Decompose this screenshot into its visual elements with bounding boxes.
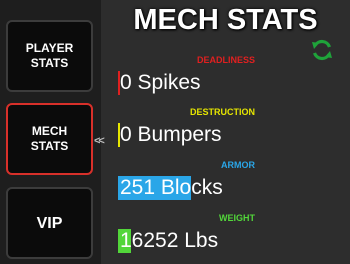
player-stats-label-line2: STATS — [30, 56, 69, 70]
armor-value: 251 Blocks — [120, 176, 223, 199]
deadliness-label: DEADLINESS — [196, 55, 255, 65]
armor-label: ARMOR — [221, 160, 255, 170]
vip-label: VIP — [36, 214, 63, 232]
selected-indicator-arrow: << — [94, 135, 105, 147]
sidebar: PLAYER STATS MECH STATS VIP — [0, 0, 101, 264]
deadliness-row: 0 Spikes — [118, 71, 318, 95]
destruction-label: DESTRUCTION — [190, 107, 255, 117]
mech-stats-label-line1: MECH — [31, 124, 68, 138]
destruction-row: 0 Bumpers — [118, 123, 318, 147]
player-stats-label-line1: PLAYER — [25, 41, 74, 55]
vip-button[interactable]: VIP — [6, 187, 93, 259]
deadliness-value: 0 Spikes — [120, 71, 201, 94]
weight-row: 16252 Lbs — [118, 229, 318, 253]
mech-stats-button[interactable]: MECH STATS — [6, 103, 93, 175]
weight-value: 16252 Lbs — [120, 229, 219, 252]
player-stats-button[interactable]: PLAYER STATS — [6, 20, 93, 92]
page-title: MECH STATS — [133, 4, 318, 36]
armor-row: 251 Blocks — [118, 176, 318, 200]
weight-label: WEIGHT — [219, 213, 255, 223]
mech-stats-label-line2: STATS — [30, 139, 69, 153]
destruction-value: 0 Bumpers — [120, 123, 222, 146]
